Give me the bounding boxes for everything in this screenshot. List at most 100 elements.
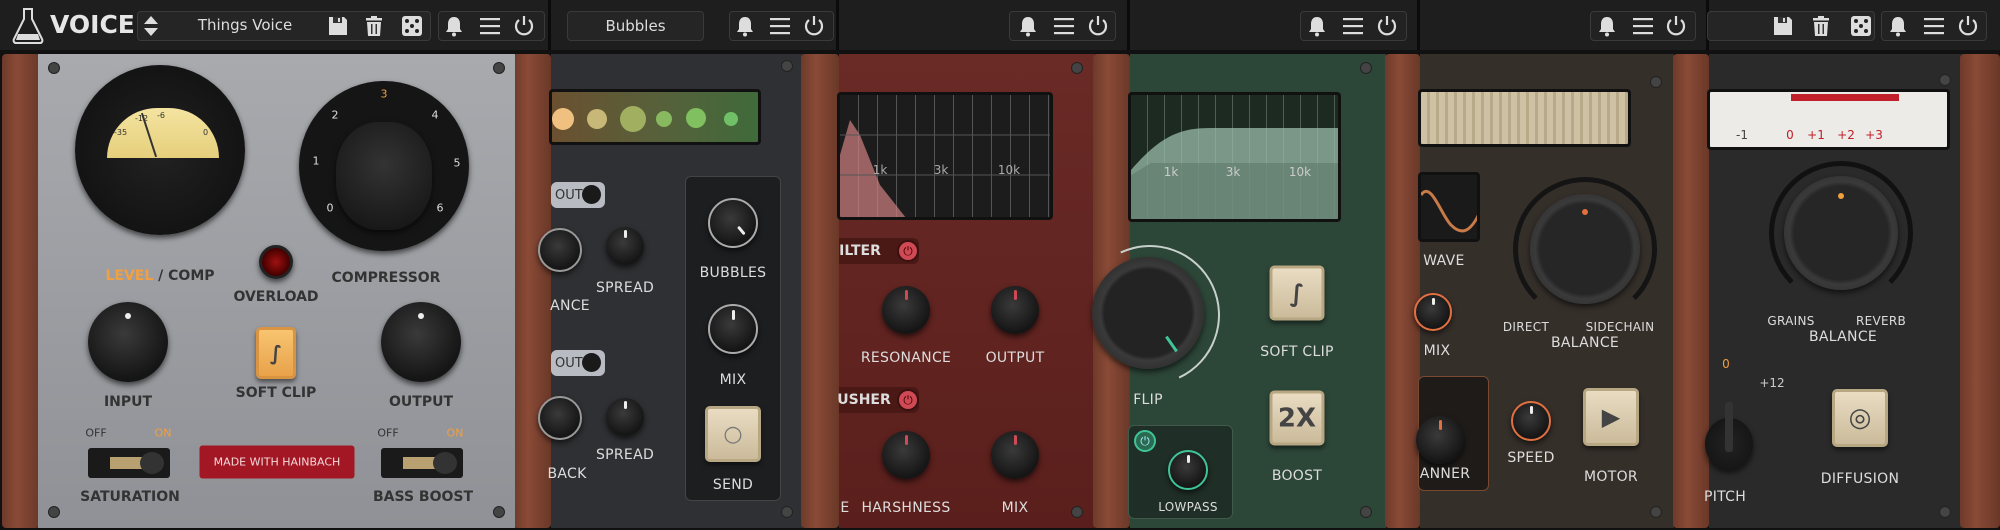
soft-clip-label: SOFT CLIP — [235, 385, 317, 401]
arrows-updown-icon[interactable] — [142, 14, 160, 38]
panner-label: ANNER — [1419, 466, 1471, 482]
dial-number: 2 — [331, 108, 339, 122]
bell-icon[interactable] — [1016, 14, 1040, 38]
diffusion-button[interactable]: ◎ — [1832, 389, 1888, 447]
trash-icon[interactable] — [1809, 14, 1833, 38]
freq-label: 10k — [1288, 165, 1312, 179]
green-spectrum-display: 1k 3k 10k — [1128, 92, 1341, 222]
reverb-header — [1707, 0, 2000, 50]
green-header — [1130, 0, 1420, 50]
freq-label: 3k — [1225, 165, 1241, 179]
bell-icon[interactable] — [1595, 14, 1619, 38]
resonance-label: RESONANCE — [860, 350, 952, 366]
soft-clip-button[interactable]: ∫ — [256, 327, 296, 379]
balance-knob[interactable] — [1530, 194, 1640, 304]
bell-icon[interactable] — [1886, 14, 1910, 38]
size-knob[interactable] — [538, 228, 582, 272]
menu-icon[interactable] — [1631, 14, 1655, 38]
crusher-mix-knob[interactable] — [991, 431, 1039, 479]
freq-label: 1k — [1163, 165, 1179, 179]
send-button[interactable]: ○ — [705, 406, 761, 462]
harshness-label: HARSHNESS — [861, 500, 951, 516]
sidechain-label: SIDECHAIN — [1585, 320, 1655, 334]
save-icon[interactable] — [1771, 14, 1795, 38]
power-icon[interactable] — [512, 14, 536, 38]
lowpass-power-icon[interactable]: ⏻ — [1134, 430, 1156, 452]
lowpass-knob[interactable] — [1168, 450, 1208, 490]
menu-icon[interactable] — [478, 14, 502, 38]
pitch-knob[interactable] — [1705, 402, 1753, 470]
bubbles-preset-field[interactable]: Bubbles — [567, 11, 704, 41]
vu-tick-label: -12 — [135, 114, 149, 123]
motor-header — [1420, 0, 1709, 50]
bubbles-label: BUBBLES — [699, 265, 767, 281]
boost-button[interactable]: 2X — [1269, 390, 1325, 446]
input-knob[interactable] — [88, 302, 168, 382]
level-comp-label: LEVEL / COMP — [105, 268, 214, 284]
reverb-label: REVERB — [1855, 314, 1907, 328]
menu-icon[interactable] — [1922, 14, 1946, 38]
filter-power-icon[interactable]: ⏻ — [897, 240, 919, 262]
motor-play-button[interactable]: ▶ — [1583, 388, 1639, 446]
compressor-knob[interactable] — [336, 122, 432, 230]
dice-icon[interactable] — [1849, 14, 1873, 38]
scale-label: -1 — [1736, 128, 1748, 142]
filter-header — [839, 0, 1130, 50]
trash-icon[interactable] — [362, 14, 386, 38]
feedback-knob[interactable] — [538, 396, 582, 440]
bubbles-knob[interactable] — [708, 198, 758, 248]
power-icon[interactable] — [1664, 14, 1688, 38]
menu-icon[interactable] — [768, 14, 792, 38]
power-icon[interactable] — [802, 14, 826, 38]
resonance-knob[interactable] — [882, 286, 930, 334]
power-icon[interactable] — [1375, 14, 1399, 38]
scale-label: +2 — [1837, 128, 1855, 142]
bubbles-header: Bubbles — [551, 0, 839, 50]
crusher-label: USHER — [837, 392, 891, 408]
dial-number: 0 — [326, 201, 334, 215]
power-icon[interactable] — [1086, 14, 1110, 38]
saturation-on-label: ON — [154, 426, 172, 440]
pitch-max-label: +12 — [1759, 376, 1785, 390]
harshness-knob[interactable] — [882, 431, 930, 479]
saturation-toggle[interactable] — [88, 448, 170, 478]
made-with-hainbach-badge[interactable]: MADE WITH HAINBACH — [199, 445, 355, 479]
freq-label: 10k — [997, 163, 1021, 177]
filter-spectrum-display: 1k 3k 10k — [837, 92, 1053, 220]
crusher-power-icon[interactable]: ⏻ — [897, 389, 919, 411]
spread-knob[interactable] — [606, 227, 644, 265]
bass-boost-toggle[interactable] — [381, 448, 463, 478]
bell-icon[interactable] — [733, 14, 757, 38]
bell-icon[interactable] — [1305, 14, 1329, 38]
lowpass-label: LOWPASS — [1158, 500, 1218, 514]
motor-mix-knob[interactable] — [1414, 293, 1452, 331]
wood-side — [513, 54, 551, 528]
spread-knob[interactable] — [606, 398, 644, 436]
direct-label: DIRECT — [1502, 320, 1550, 334]
flip-knob[interactable] — [1092, 257, 1204, 369]
dial-number: 4 — [431, 108, 439, 122]
filter-output-label: OUTPUT — [985, 350, 1045, 366]
speed-knob[interactable] — [1511, 401, 1551, 441]
reverb-balance-knob[interactable] — [1784, 176, 1898, 290]
filter-output-knob[interactable] — [991, 286, 1039, 334]
panner-knob[interactable] — [1416, 416, 1464, 464]
plugin-title: VOICE — [50, 10, 135, 39]
menu-icon[interactable] — [1341, 14, 1365, 38]
out-toggle[interactable]: OUT — [551, 350, 605, 376]
mix-knob[interactable] — [708, 304, 758, 354]
output-knob[interactable] — [381, 302, 461, 382]
motor-label: MOTOR — [1584, 469, 1638, 485]
preset-name[interactable]: Things Voice — [198, 16, 292, 34]
menu-icon[interactable] — [1052, 14, 1076, 38]
dial-number: 1 — [312, 154, 320, 168]
power-icon[interactable] — [1956, 14, 1980, 38]
balance-label-partial: ANCE — [550, 298, 590, 314]
bell-icon[interactable] — [442, 14, 466, 38]
save-icon[interactable] — [326, 14, 350, 38]
out-toggle[interactable]: OUT — [551, 182, 605, 208]
vu-tick-label: -35 — [114, 128, 128, 137]
dice-icon[interactable] — [400, 14, 424, 38]
soft-clip-button[interactable]: ∫ — [1269, 265, 1325, 321]
spread-label: SPREAD — [595, 447, 655, 463]
